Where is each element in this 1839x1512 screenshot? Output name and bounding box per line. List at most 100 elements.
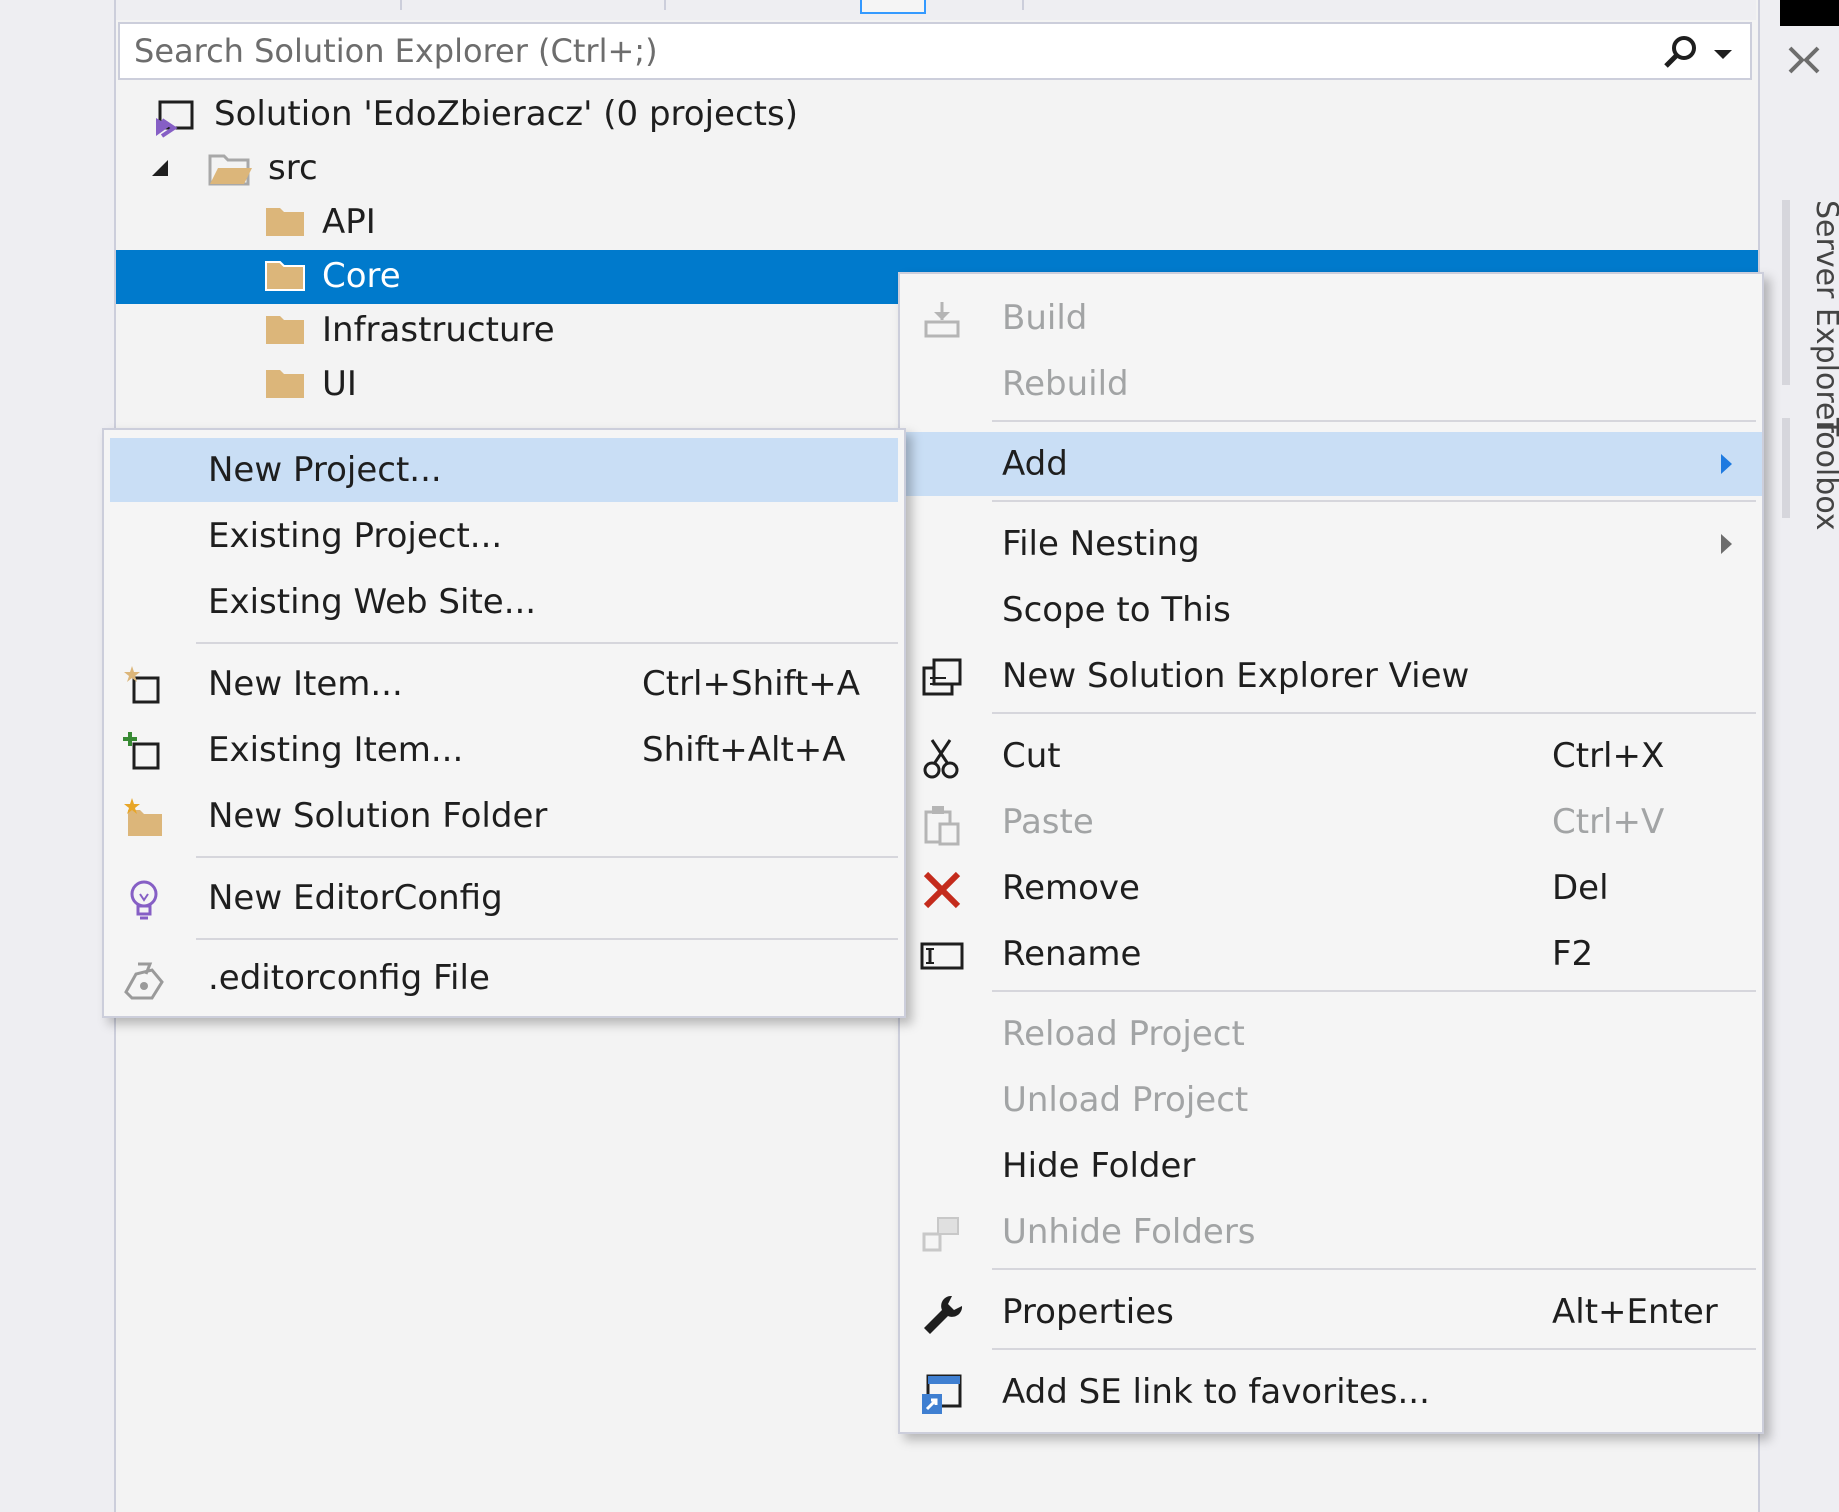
context-menu: Build Rebuild Add File Nesting Scope to … (898, 272, 1764, 1434)
menu-item-hide-folder[interactable]: Hide Folder (900, 1134, 1762, 1198)
menu-item-scope-to-this[interactable]: Scope to This (900, 578, 1762, 642)
menu-item-label: Scope to This (1002, 590, 1231, 630)
menu-item-properties[interactable]: Properties Alt+Enter (900, 1280, 1762, 1344)
tree-item-solution[interactable]: Solution 'EdoZbieracz' (0 projects) (116, 88, 1758, 142)
toolbar-strip (116, 0, 1756, 20)
folder-icon (266, 208, 304, 236)
tab-toolbox[interactable]: Toolbox (1782, 418, 1839, 531)
side-tool-strip: Server Explorer Toolbox (1758, 0, 1839, 1512)
submenu-item-existing-web-site[interactable]: Existing Web Site... (104, 570, 904, 634)
menu-item-shortcut: Del (1552, 868, 1609, 908)
menu-item-rebuild[interactable]: Rebuild (900, 352, 1762, 416)
submenu-arrow-icon (1721, 454, 1732, 474)
folder-open-icon (208, 154, 252, 186)
menu-item-label: Unload Project (1002, 1080, 1249, 1120)
rename-icon (920, 942, 964, 970)
submenu-item-existing-project[interactable]: Existing Project... (104, 504, 904, 568)
search-icon[interactable] (1660, 32, 1702, 74)
new-item-icon (124, 666, 160, 704)
submenu-item-existing-item[interactable]: Existing Item... Shift+Alt+A (104, 718, 904, 782)
menu-item-unload-project[interactable]: Unload Project (900, 1068, 1762, 1132)
menu-item-label: Rename (1002, 934, 1142, 974)
menu-item-label: Existing Item... (208, 730, 464, 770)
menu-item-label: Rebuild (1002, 364, 1129, 404)
menu-item-label: Hide Folder (1002, 1146, 1196, 1186)
menu-item-shortcut: Alt+Enter (1552, 1292, 1718, 1332)
menu-item-reload-project[interactable]: Reload Project (900, 1002, 1762, 1066)
menu-item-new-view[interactable]: New Solution Explorer View (900, 644, 1762, 708)
toolbar-divider (664, 0, 666, 10)
menu-item-label: New EditorConfig (208, 878, 503, 918)
new-view-icon (922, 658, 962, 696)
tree-item-label: Infrastructure (322, 310, 555, 350)
menu-item-paste[interactable]: Paste Ctrl+V (900, 790, 1762, 854)
menu-item-label: Existing Web Site... (208, 582, 537, 622)
tree-item-label: src (268, 148, 318, 188)
menu-separator (992, 1348, 1756, 1350)
menu-item-label: Unhide Folders (1002, 1212, 1256, 1252)
menu-item-label: Add (1002, 444, 1068, 484)
toolbar-divider (400, 0, 402, 10)
menu-separator (196, 856, 898, 858)
search-options-icon[interactable] (1710, 32, 1736, 74)
build-icon (924, 302, 960, 338)
menu-item-label: Build (1002, 298, 1088, 338)
menu-item-file-nesting[interactable]: File Nesting (900, 512, 1762, 576)
menu-item-remove[interactable]: Remove Del (900, 856, 1762, 920)
editorconfig-icon (124, 962, 164, 1000)
menu-item-label: Remove (1002, 868, 1140, 908)
collapse-arrow-icon[interactable] (146, 154, 176, 184)
wrench-icon (924, 1295, 963, 1334)
menu-item-label: .editorconfig File (208, 958, 490, 998)
submenu-item-new-item[interactable]: New Item... Ctrl+Shift+A (104, 652, 904, 716)
menu-item-add[interactable]: Add (900, 432, 1762, 496)
menu-item-shortcut: Ctrl+V (1552, 802, 1665, 842)
menu-separator (992, 1268, 1756, 1270)
menu-item-add-se-link[interactable]: Add SE link to favorites... (900, 1360, 1762, 1424)
menu-separator (992, 420, 1756, 422)
menu-item-shortcut: Ctrl+X (1552, 736, 1665, 776)
menu-item-label: Paste (1002, 802, 1094, 842)
left-gutter (0, 0, 116, 1512)
submenu-item-new-project[interactable]: New Project... (110, 438, 898, 502)
tab-server-explorer[interactable]: Server Explorer (1782, 200, 1839, 433)
toolbar-divider (1022, 0, 1024, 10)
solution-label: Solution 'EdoZbieracz' (0 projects) (214, 94, 798, 134)
tree-item-label: Core (322, 256, 401, 296)
menu-item-cut[interactable]: Cut Ctrl+X (900, 724, 1762, 788)
submenu-item-new-editorconfig[interactable]: New EditorConfig (104, 866, 904, 930)
menu-separator (196, 642, 898, 644)
menu-separator (992, 712, 1756, 714)
menu-item-shortcut: F2 (1552, 934, 1594, 974)
submenu-item-new-solution-folder[interactable]: New Solution Folder (104, 784, 904, 848)
favorites-link-icon (922, 1374, 962, 1414)
menu-item-label: File Nesting (1002, 524, 1200, 564)
tree-item-label: UI (322, 364, 357, 404)
pin-icon[interactable] (1784, 40, 1824, 80)
search-input[interactable]: Search Solution Explorer (Ctrl+;) (118, 22, 1752, 80)
menu-item-shortcut: Shift+Alt+A (642, 730, 846, 770)
search-placeholder: Search Solution Explorer (Ctrl+;) (134, 32, 658, 70)
menu-item-label: Properties (1002, 1292, 1174, 1332)
menu-item-rename[interactable]: Rename F2 (900, 922, 1762, 986)
menu-item-label: Reload Project (1002, 1014, 1245, 1054)
tree-item-src[interactable]: src (116, 142, 1758, 196)
menu-item-label: New Item... (208, 664, 403, 704)
window-edge (1780, 0, 1839, 26)
folder-icon (265, 261, 305, 291)
menu-item-build[interactable]: Build (900, 286, 1762, 350)
tree-item-api[interactable]: API (116, 196, 1758, 250)
menu-separator (992, 500, 1756, 502)
toolbar-active-button[interactable] (860, 0, 926, 14)
remove-icon (923, 871, 961, 909)
submenu-item-editorconfig-file[interactable]: .editorconfig File (104, 946, 904, 1010)
add-submenu: New Project... Existing Project... Exist… (102, 428, 906, 1018)
existing-item-icon (123, 732, 160, 770)
menu-item-label: New Solution Folder (208, 796, 548, 836)
lightbulb-icon (130, 880, 158, 920)
solution-icon (156, 100, 194, 138)
submenu-arrow-icon (1721, 534, 1732, 554)
menu-item-unhide-folders[interactable]: Unhide Folders (900, 1200, 1762, 1264)
paste-icon (924, 806, 960, 846)
menu-separator (992, 990, 1756, 992)
